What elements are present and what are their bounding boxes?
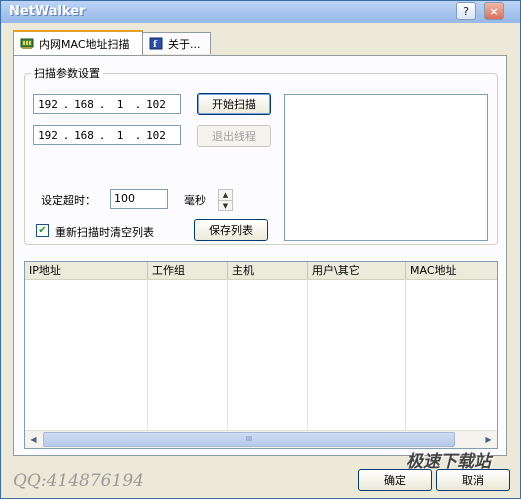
title-bar[interactable]: NetWalker ? × <box>1 1 520 23</box>
timeout-label: 设定超时： <box>41 194 96 207</box>
scroll-left-icon[interactable]: ◀ <box>26 432 41 447</box>
column-user-other[interactable]: 用户\其它 <box>308 262 406 279</box>
horizontal-scrollbar[interactable]: ◀ III ▶ <box>25 430 497 448</box>
start-ip-octet-1[interactable]: 192 <box>34 98 62 111</box>
tab-about[interactable]: f 关于... <box>142 32 211 54</box>
end-ip-field[interactable]: 192. 168. 1. 102 <box>33 125 181 145</box>
column-mac[interactable]: MAC地址 <box>406 262 497 279</box>
stop-thread-button[interactable]: 退出线程 <box>197 125 271 147</box>
start-ip-field[interactable]: 192. 168. 1. 102 <box>33 94 181 114</box>
ok-button[interactable]: 确定 <box>358 469 432 491</box>
tab-about-label: 关于... <box>168 37 201 51</box>
end-ip-octet-4[interactable]: 102 <box>142 129 170 142</box>
tab-mac-scan[interactable]: 内网MAC地址扫描 <box>13 30 143 55</box>
timeout-spinner[interactable]: ▲ ▼ <box>218 189 233 211</box>
help-button[interactable]: ? <box>456 2 476 20</box>
results-list[interactable]: IP地址 工作组 主机 用户\其它 MAC地址 ◀ III ▶ <box>24 261 498 449</box>
column-workgroup[interactable]: 工作组 <box>148 262 228 279</box>
column-divider <box>227 279 228 431</box>
column-host[interactable]: 主机 <box>228 262 308 279</box>
column-divider <box>307 279 308 431</box>
spin-down-icon[interactable]: ▼ <box>219 201 232 211</box>
clear-list-label: 重新扫描时清空列表 <box>55 226 154 239</box>
close-button[interactable]: × <box>484 2 504 20</box>
column-divider <box>405 279 406 431</box>
scroll-right-icon[interactable]: ▶ <box>481 432 496 447</box>
start-scan-button[interactable]: 开始扫描 <box>197 93 271 115</box>
cancel-button[interactable]: 取消 <box>436 469 510 491</box>
scroll-thumb[interactable]: III <box>43 432 455 447</box>
qq-watermark: QQ:414876194 <box>13 471 144 491</box>
list-header: IP地址 工作组 主机 用户\其它 MAC地址 <box>25 262 497 280</box>
column-divider <box>147 279 148 431</box>
network-card-icon <box>20 37 34 50</box>
spin-up-icon[interactable]: ▲ <box>219 190 232 201</box>
main-window: NetWalker ? × 内网MAC地址扫描 f 关于... 扫描参数设置 1… <box>0 0 521 499</box>
end-ip-octet-2[interactable]: 168 <box>70 129 98 142</box>
scan-settings-title: 扫描参数设置 <box>31 65 103 81</box>
info-icon: f <box>149 37 163 50</box>
timeout-unit-label: 毫秒 <box>184 194 206 207</box>
save-list-button[interactable]: 保存列表 <box>194 219 268 241</box>
timeout-input[interactable]: 100 <box>110 189 168 209</box>
start-ip-octet-2[interactable]: 168 <box>70 98 98 111</box>
end-ip-octet-1[interactable]: 192 <box>34 129 62 142</box>
end-ip-octet-3[interactable]: 1 <box>106 129 134 142</box>
scan-output-box[interactable] <box>284 94 488 241</box>
window-title: NetWalker <box>9 4 86 19</box>
tab-mac-scan-label: 内网MAC地址扫描 <box>39 37 130 51</box>
start-ip-octet-3[interactable]: 1 <box>106 98 134 111</box>
clear-list-checkbox[interactable]: ✔ <box>36 224 49 237</box>
start-ip-octet-4[interactable]: 102 <box>142 98 170 111</box>
column-ip[interactable]: IP地址 <box>25 262 148 279</box>
